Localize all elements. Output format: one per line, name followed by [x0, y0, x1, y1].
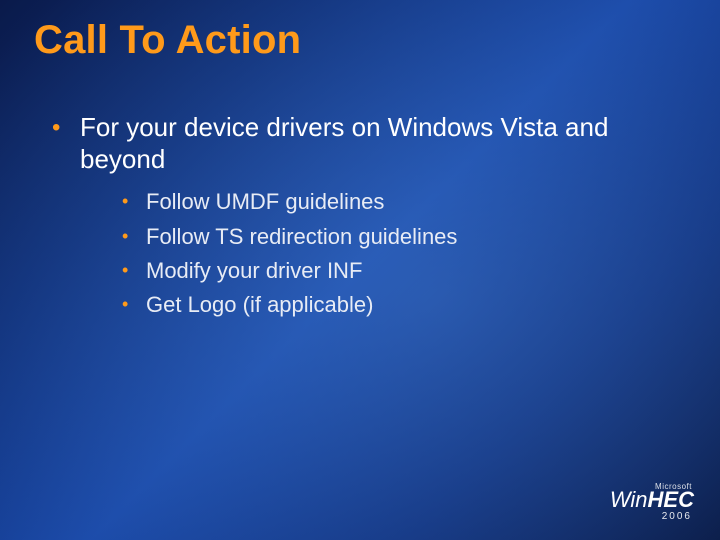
- winhec-logo: Microsoft WinHEC 2006: [610, 482, 694, 522]
- bullet-level2: Follow UMDF guidelines: [120, 185, 680, 219]
- logo-name: WinHEC: [610, 489, 694, 511]
- slide: Call To Action For your device drivers o…: [0, 0, 720, 540]
- bullet-level2: Get Logo (if applicable): [120, 288, 680, 322]
- bullet-level2: Modify your driver INF: [120, 254, 680, 288]
- sub-bullet-list: Follow UMDF guidelines Follow TS redirec…: [120, 185, 680, 321]
- bullet-level1-text: For your device drivers on Windows Vista…: [80, 112, 680, 175]
- slide-title: Call To Action: [34, 18, 301, 63]
- bullet-level1: For your device drivers on Windows Vista…: [48, 112, 680, 322]
- bullet-level2: Follow TS redirection guidelines: [120, 220, 680, 254]
- logo-vendor: Microsoft: [610, 482, 692, 491]
- logo-year: 2006: [610, 511, 692, 522]
- slide-content: For your device drivers on Windows Vista…: [48, 112, 680, 336]
